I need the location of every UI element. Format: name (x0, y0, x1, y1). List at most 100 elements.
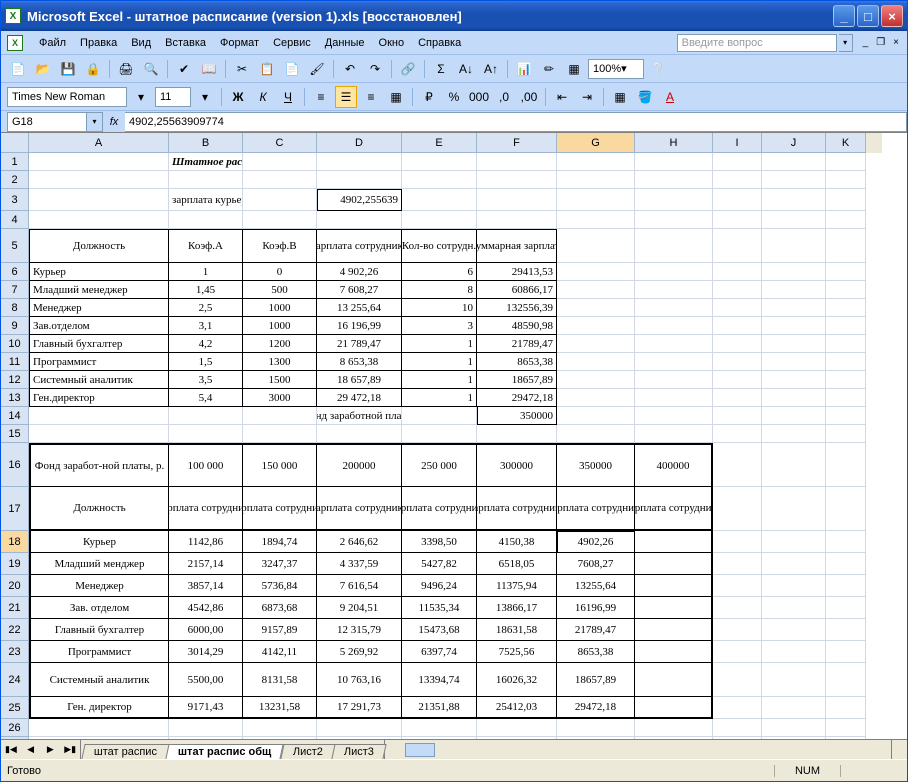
cell[interactable] (713, 281, 762, 299)
cell[interactable]: 5500,00 (169, 663, 243, 697)
col-header-I[interactable]: I (713, 133, 762, 153)
cell[interactable]: Младший менеджер (29, 281, 169, 299)
col-header-E[interactable]: E (402, 133, 477, 153)
cell[interactable]: 13 255,64 (317, 299, 402, 317)
cell[interactable] (762, 425, 826, 443)
cell[interactable]: 29472,18 (557, 697, 635, 719)
maximize-button[interactable]: □ (857, 5, 879, 27)
cell[interactable] (762, 443, 826, 487)
col-header-H[interactable]: H (635, 133, 713, 153)
cell[interactable]: 1 (402, 371, 477, 389)
cell[interactable] (635, 663, 713, 697)
cell[interactable]: 29413,53 (477, 263, 557, 281)
cell[interactable] (402, 153, 477, 171)
cell[interactable]: 1500 (243, 371, 317, 389)
cell[interactable] (826, 663, 866, 697)
cell[interactable] (713, 663, 762, 697)
cell[interactable] (762, 189, 826, 211)
cell[interactable]: 17 291,73 (317, 697, 402, 719)
sheet-tab-4[interactable]: Лист3 (331, 744, 386, 759)
save-icon[interactable]: 💾 (57, 58, 79, 80)
row-header-23[interactable]: 23 (1, 641, 29, 663)
font-dropdown-icon[interactable]: ▾ (130, 86, 152, 108)
cell[interactable] (402, 719, 477, 737)
row-header-25[interactable]: 25 (1, 697, 29, 719)
cell[interactable] (243, 407, 317, 425)
cell[interactable] (243, 425, 317, 443)
cell[interactable]: 4,2 (169, 335, 243, 353)
cell[interactable] (762, 335, 826, 353)
doc-minimize-button[interactable]: _ (861, 37, 871, 48)
cell[interactable]: 3 (402, 317, 477, 335)
redo-icon[interactable]: ↷ (364, 58, 386, 80)
cell[interactable]: 12 315,79 (317, 619, 402, 641)
cell[interactable] (762, 353, 826, 371)
fill-color-icon[interactable]: 🪣 (634, 86, 656, 108)
vscroll-top[interactable] (866, 133, 882, 153)
cell[interactable]: Менеджер (29, 575, 169, 597)
cell[interactable] (762, 531, 826, 553)
row-header-6[interactable]: 6 (1, 263, 29, 281)
cell[interactable] (826, 153, 866, 171)
cell[interactable] (826, 263, 866, 281)
cell[interactable] (635, 299, 713, 317)
cell[interactable] (635, 281, 713, 299)
cell[interactable] (762, 263, 826, 281)
cell[interactable]: 3,1 (169, 317, 243, 335)
row-header-26[interactable]: 26 (1, 719, 29, 737)
menu-view[interactable]: Вид (125, 35, 157, 51)
cell[interactable] (713, 487, 762, 531)
cell[interactable]: Зарплата сотрудника (317, 487, 402, 531)
cell[interactable] (317, 737, 402, 739)
cell[interactable] (635, 189, 713, 211)
cell[interactable]: 9157,89 (243, 619, 317, 641)
cell[interactable]: 5427,82 (402, 553, 477, 575)
col-header-G[interactable]: G (557, 133, 635, 153)
cell[interactable] (635, 229, 713, 263)
cell[interactable]: Курьер (29, 263, 169, 281)
row-header-8[interactable]: 8 (1, 299, 29, 317)
cell[interactable]: Фонд заработ-ной платы, р. (29, 443, 169, 487)
cell[interactable] (635, 335, 713, 353)
cell[interactable]: 2,5 (169, 299, 243, 317)
cell[interactable] (402, 211, 477, 229)
cell[interactable] (762, 171, 826, 189)
sort-asc-icon[interactable]: A↓ (455, 58, 477, 80)
cell[interactable] (169, 171, 243, 189)
cell[interactable] (317, 211, 402, 229)
cell[interactable]: 132556,39 (477, 299, 557, 317)
cell[interactable] (243, 171, 317, 189)
cell[interactable] (713, 389, 762, 407)
cell[interactable]: Системный аналитик (29, 371, 169, 389)
cell[interactable] (826, 299, 866, 317)
border-icon[interactable]: ▦ (609, 86, 631, 108)
tab-first-icon[interactable]: ▮◀ (1, 740, 21, 759)
cell[interactable] (713, 553, 762, 575)
cell[interactable] (713, 317, 762, 335)
cell[interactable] (635, 389, 713, 407)
cell[interactable] (243, 719, 317, 737)
cell[interactable] (762, 619, 826, 641)
cell[interactable]: 1 (169, 263, 243, 281)
cell[interactable] (635, 575, 713, 597)
cell[interactable]: 25412,03 (477, 697, 557, 719)
cell[interactable] (713, 353, 762, 371)
cell[interactable]: Главный бухгалтер (29, 619, 169, 641)
cell[interactable]: 7525,56 (477, 641, 557, 663)
cell[interactable] (762, 719, 826, 737)
cell[interactable]: 15473,68 (402, 619, 477, 641)
cell[interactable]: Зарплата сотрудника (402, 487, 477, 531)
cell[interactable] (557, 353, 635, 371)
row-header-21[interactable]: 21 (1, 597, 29, 619)
cell[interactable] (557, 263, 635, 281)
cell[interactable] (402, 737, 477, 739)
cell[interactable]: 1300 (243, 353, 317, 371)
cell[interactable]: 16196,99 (557, 597, 635, 619)
row-header-1[interactable]: 1 (1, 153, 29, 171)
row-header-24[interactable]: 24 (1, 663, 29, 697)
cell[interactable]: Зарплата сотрудника (477, 487, 557, 531)
cell[interactable]: Зарплата сотрудника (317, 229, 402, 263)
cell[interactable] (762, 317, 826, 335)
cell[interactable] (477, 189, 557, 211)
cell[interactable]: Суммарная зарплата (477, 229, 557, 263)
